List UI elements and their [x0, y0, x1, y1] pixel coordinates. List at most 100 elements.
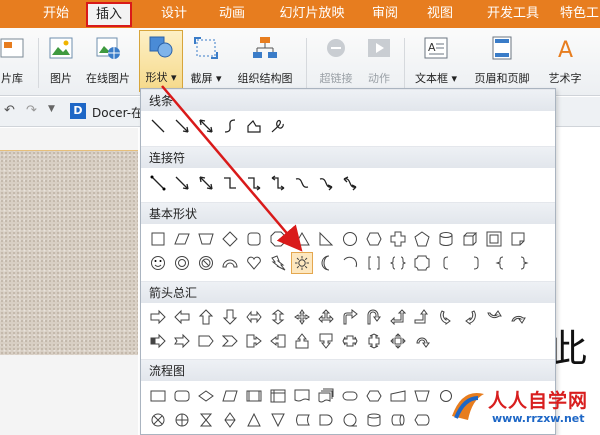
tab-slideshow[interactable]: 幻灯片放映 [262, 0, 362, 28]
parallelogram-shape[interactable] [171, 228, 193, 250]
flowchart-sequential-storage-shape[interactable] [339, 409, 361, 431]
lightning-bolt-shape[interactable] [267, 252, 289, 274]
flowchart-stored-data-shape[interactable] [291, 409, 313, 431]
tab-review[interactable]: 审阅 [362, 0, 408, 28]
textbox-button[interactable]: A 文本框 ▾ [410, 32, 462, 92]
right-arrow-callout-shape[interactable] [243, 330, 265, 352]
header-footer-button[interactable]: 页眉和页脚 [466, 32, 538, 92]
flowchart-alternate-process-shape[interactable] [171, 385, 193, 407]
flowchart-or-shape[interactable] [171, 409, 193, 431]
double-brace-shape[interactable] [387, 252, 409, 274]
gallery-button[interactable]: 片库 [0, 32, 30, 92]
arrow-line-shape[interactable] [171, 115, 193, 137]
flowchart-internal-storage-shape[interactable] [267, 385, 289, 407]
chevron-shape[interactable] [219, 330, 241, 352]
plaque-shape[interactable] [411, 252, 433, 274]
elbow-arrow-connector-shape[interactable] [243, 172, 265, 194]
tab-view[interactable]: 视图 [414, 0, 466, 28]
tab-features[interactable]: 特色工 [560, 0, 600, 28]
online-picture-button[interactable]: 在线图片 [80, 32, 136, 92]
curved-up-arrow-shape[interactable] [483, 306, 505, 328]
flowchart-delay-shape[interactable] [315, 409, 337, 431]
flowchart-summing-junction-shape[interactable] [147, 409, 169, 431]
flowchart-decision-shape[interactable] [195, 385, 217, 407]
right-bracket-shape[interactable] [465, 252, 487, 274]
tab-design[interactable]: 设计 [146, 0, 202, 28]
bevel-shape[interactable] [483, 228, 505, 250]
up-arrow-callout-shape[interactable] [291, 330, 313, 352]
flowchart-data-shape[interactable] [219, 385, 241, 407]
action-button[interactable]: 动作 [360, 32, 398, 92]
up-down-arrow-shape[interactable] [267, 306, 289, 328]
right-brace-shape[interactable] [513, 252, 535, 274]
flowchart-preparation-shape[interactable] [363, 385, 385, 407]
flowchart-multidocument-shape[interactable] [315, 385, 337, 407]
block-arc-shape[interactable] [219, 252, 241, 274]
double-arrow-connector-shape[interactable] [195, 172, 217, 194]
flowchart-manual-operation-shape[interactable] [411, 385, 433, 407]
elbow-connector-shape[interactable] [219, 172, 241, 194]
striped-right-arrow-shape[interactable] [147, 330, 169, 352]
right-triangle-shape[interactable] [315, 228, 337, 250]
up-arrow-shape[interactable] [195, 306, 217, 328]
left-right-arrow-shape[interactable] [243, 306, 265, 328]
screenshot-button[interactable]: 截屏 ▾ [186, 32, 226, 92]
smiley-face-shape[interactable] [147, 252, 169, 274]
left-up-arrow-shape[interactable] [387, 306, 409, 328]
wordart-button[interactable]: A 艺术字 [540, 32, 590, 92]
down-arrow-shape[interactable] [219, 306, 241, 328]
flowchart-predefined-process-shape[interactable] [243, 385, 265, 407]
left-right-arrow-callout-shape[interactable] [339, 330, 361, 352]
arc-shape[interactable] [339, 252, 361, 274]
heart-shape[interactable] [243, 252, 265, 274]
curve-shape[interactable] [219, 115, 241, 137]
moon-shape[interactable] [315, 252, 337, 274]
rectangle-shape[interactable] [147, 228, 169, 250]
hexagon-shape[interactable] [363, 228, 385, 250]
sun-shape[interactable] [291, 252, 313, 274]
curved-right-arrow-shape[interactable] [435, 306, 457, 328]
flowchart-display-shape[interactable] [411, 409, 433, 431]
shapes-button[interactable]: 形状 ▾ [139, 30, 183, 92]
triangle-shape[interactable] [291, 228, 313, 250]
flowchart-magnetic-disk-shape[interactable] [363, 409, 385, 431]
no-symbol-shape[interactable] [195, 252, 217, 274]
docer-tab[interactable]: Docer-在 [92, 104, 143, 121]
down-arrow-callout-shape[interactable] [315, 330, 337, 352]
flowchart-manual-input-shape[interactable] [387, 385, 409, 407]
diamond-shape[interactable] [219, 228, 241, 250]
flowchart-document-shape[interactable] [291, 385, 313, 407]
left-brace-shape[interactable] [489, 252, 511, 274]
curved-double-arrow-connector-shape[interactable] [339, 172, 361, 194]
curved-down-arrow-shape[interactable] [507, 306, 529, 328]
org-chart-button[interactable]: 组织结构图 [232, 32, 298, 92]
octagon-shape[interactable] [267, 228, 289, 250]
left-arrow-callout-shape[interactable] [267, 330, 289, 352]
elbow-double-arrow-connector-shape[interactable] [267, 172, 289, 194]
quad-arrow-callout-shape[interactable] [387, 330, 409, 352]
flowchart-collate-shape[interactable] [195, 409, 217, 431]
arrow-connector-shape[interactable] [171, 172, 193, 194]
left-arrow-shape[interactable] [171, 306, 193, 328]
curved-arrow-connector-shape[interactable] [315, 172, 337, 194]
folded-corner-shape[interactable] [507, 228, 529, 250]
cylinder-shape[interactable] [435, 228, 457, 250]
straight-connector-shape[interactable] [147, 172, 169, 194]
tab-animation[interactable]: 动画 [204, 0, 260, 28]
redo-icon[interactable]: ↷ [26, 103, 37, 118]
left-right-up-arrow-shape[interactable] [315, 306, 337, 328]
double-arrow-line-shape[interactable] [195, 115, 217, 137]
flowchart-direct-access-storage-shape[interactable] [387, 409, 409, 431]
tab-insert[interactable]: 插入 [86, 2, 132, 27]
bent-up-arrow-shape[interactable] [411, 306, 433, 328]
picture-button[interactable]: 图片 [44, 32, 78, 92]
flowchart-merge-shape[interactable] [267, 409, 289, 431]
chevron-down-icon[interactable]: ▼ [48, 104, 55, 114]
ellipse-shape[interactable] [339, 228, 361, 250]
tab-developer[interactable]: 开发工具 [476, 0, 550, 28]
scribble-shape[interactable] [267, 115, 289, 137]
trapezoid-shape[interactable] [195, 228, 217, 250]
u-turn-arrow-shape[interactable] [363, 306, 385, 328]
curved-left-arrow-shape[interactable] [459, 306, 481, 328]
up-down-arrow-callout-shape[interactable] [363, 330, 385, 352]
